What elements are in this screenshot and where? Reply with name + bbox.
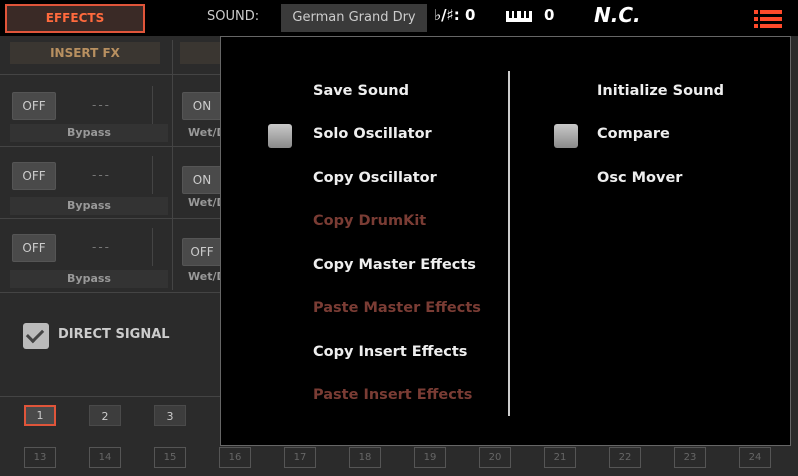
fx-toggle-button[interactable]: OFF <box>12 162 56 190</box>
row-divider <box>0 146 220 147</box>
cell-divider <box>152 86 153 124</box>
keyboard-icon <box>506 11 532 22</box>
menu-item-initialize-sound[interactable]: Initialize Sound <box>597 83 724 99</box>
bypass-label: Bypass <box>10 270 168 288</box>
fx-toggle-button[interactable]: OFF <box>182 238 222 266</box>
menu-item-compare[interactable]: Compare <box>597 126 670 142</box>
track-button-19[interactable]: 19 <box>414 447 446 468</box>
menu-item-copy-drumkit: Copy DrumKit <box>313 213 427 229</box>
menu-item-copy-insert-effects[interactable]: Copy Insert Effects <box>313 344 467 360</box>
fx-toggle-button[interactable]: ON <box>182 166 222 194</box>
menu-item-copy-master-effects[interactable]: Copy Master Effects <box>313 257 476 273</box>
fx-toggle-button[interactable]: OFF <box>12 92 56 120</box>
page-menu-popup: Save Sound Solo Oscillator Copy Oscillat… <box>220 36 791 446</box>
cell-divider <box>152 228 153 266</box>
row-divider <box>0 74 220 75</box>
sound-name-field[interactable]: German Grand Dry <box>281 4 427 32</box>
direct-signal-label: DIRECT SIGNAL <box>58 327 170 342</box>
track-button-17[interactable]: 17 <box>284 447 316 468</box>
bypass-label: Bypass <box>10 124 168 142</box>
track-button-21[interactable]: 21 <box>544 447 576 468</box>
fx-value: --- <box>92 240 111 254</box>
insert-fx-tab[interactable]: INSERT FX <box>10 42 160 64</box>
direct-signal-checkbox[interactable] <box>23 323 49 349</box>
secondary-tab[interactable] <box>180 42 220 64</box>
track-button-3[interactable]: 3 <box>154 405 186 426</box>
solo-oscillator-toggle[interactable] <box>268 124 292 148</box>
row-divider <box>0 396 220 397</box>
fx-toggle-button[interactable]: ON <box>182 92 222 120</box>
transpose-readout: ♭/♯: 0 <box>434 6 476 24</box>
track-button-15[interactable]: 15 <box>154 447 186 468</box>
row-divider <box>0 292 220 293</box>
fx-value: --- <box>92 168 111 182</box>
fx-toggle-button[interactable]: OFF <box>12 234 56 262</box>
track-button-18[interactable]: 18 <box>349 447 381 468</box>
fx-value: --- <box>92 98 111 112</box>
track-button-13[interactable]: 13 <box>24 447 56 468</box>
menu-item-paste-master-effects: Paste Master Effects <box>313 300 481 316</box>
column-divider <box>172 40 173 290</box>
page-menu-icon[interactable] <box>754 10 782 28</box>
sound-label: SOUND: <box>207 9 260 24</box>
track-button-1[interactable]: 1 <box>24 405 56 426</box>
track-button-23[interactable]: 23 <box>674 447 706 468</box>
track-button-20[interactable]: 20 <box>479 447 511 468</box>
menu-column-divider <box>508 71 510 416</box>
menu-item-copy-oscillator[interactable]: Copy Oscillator <box>313 170 437 186</box>
menu-item-save-sound[interactable]: Save Sound <box>313 83 409 99</box>
track-button-16[interactable]: 16 <box>219 447 251 468</box>
chord-readout: N.C. <box>594 3 641 27</box>
octave-readout: 0 <box>544 6 555 24</box>
track-button-24[interactable]: 24 <box>739 447 771 468</box>
track-button-22[interactable]: 22 <box>609 447 641 468</box>
menu-item-solo-oscillator[interactable]: Solo Oscillator <box>313 126 432 142</box>
compare-toggle[interactable] <box>554 124 578 148</box>
effects-tab[interactable]: EFFECTS <box>5 4 145 33</box>
menu-item-osc-mover[interactable]: Osc Mover <box>597 170 682 186</box>
track-button-2[interactable]: 2 <box>89 405 121 426</box>
cell-divider <box>152 156 153 194</box>
track-button-14[interactable]: 14 <box>89 447 121 468</box>
bypass-label: Bypass <box>10 197 168 215</box>
menu-item-paste-insert-effects: Paste Insert Effects <box>313 387 473 403</box>
row-divider <box>0 218 220 219</box>
